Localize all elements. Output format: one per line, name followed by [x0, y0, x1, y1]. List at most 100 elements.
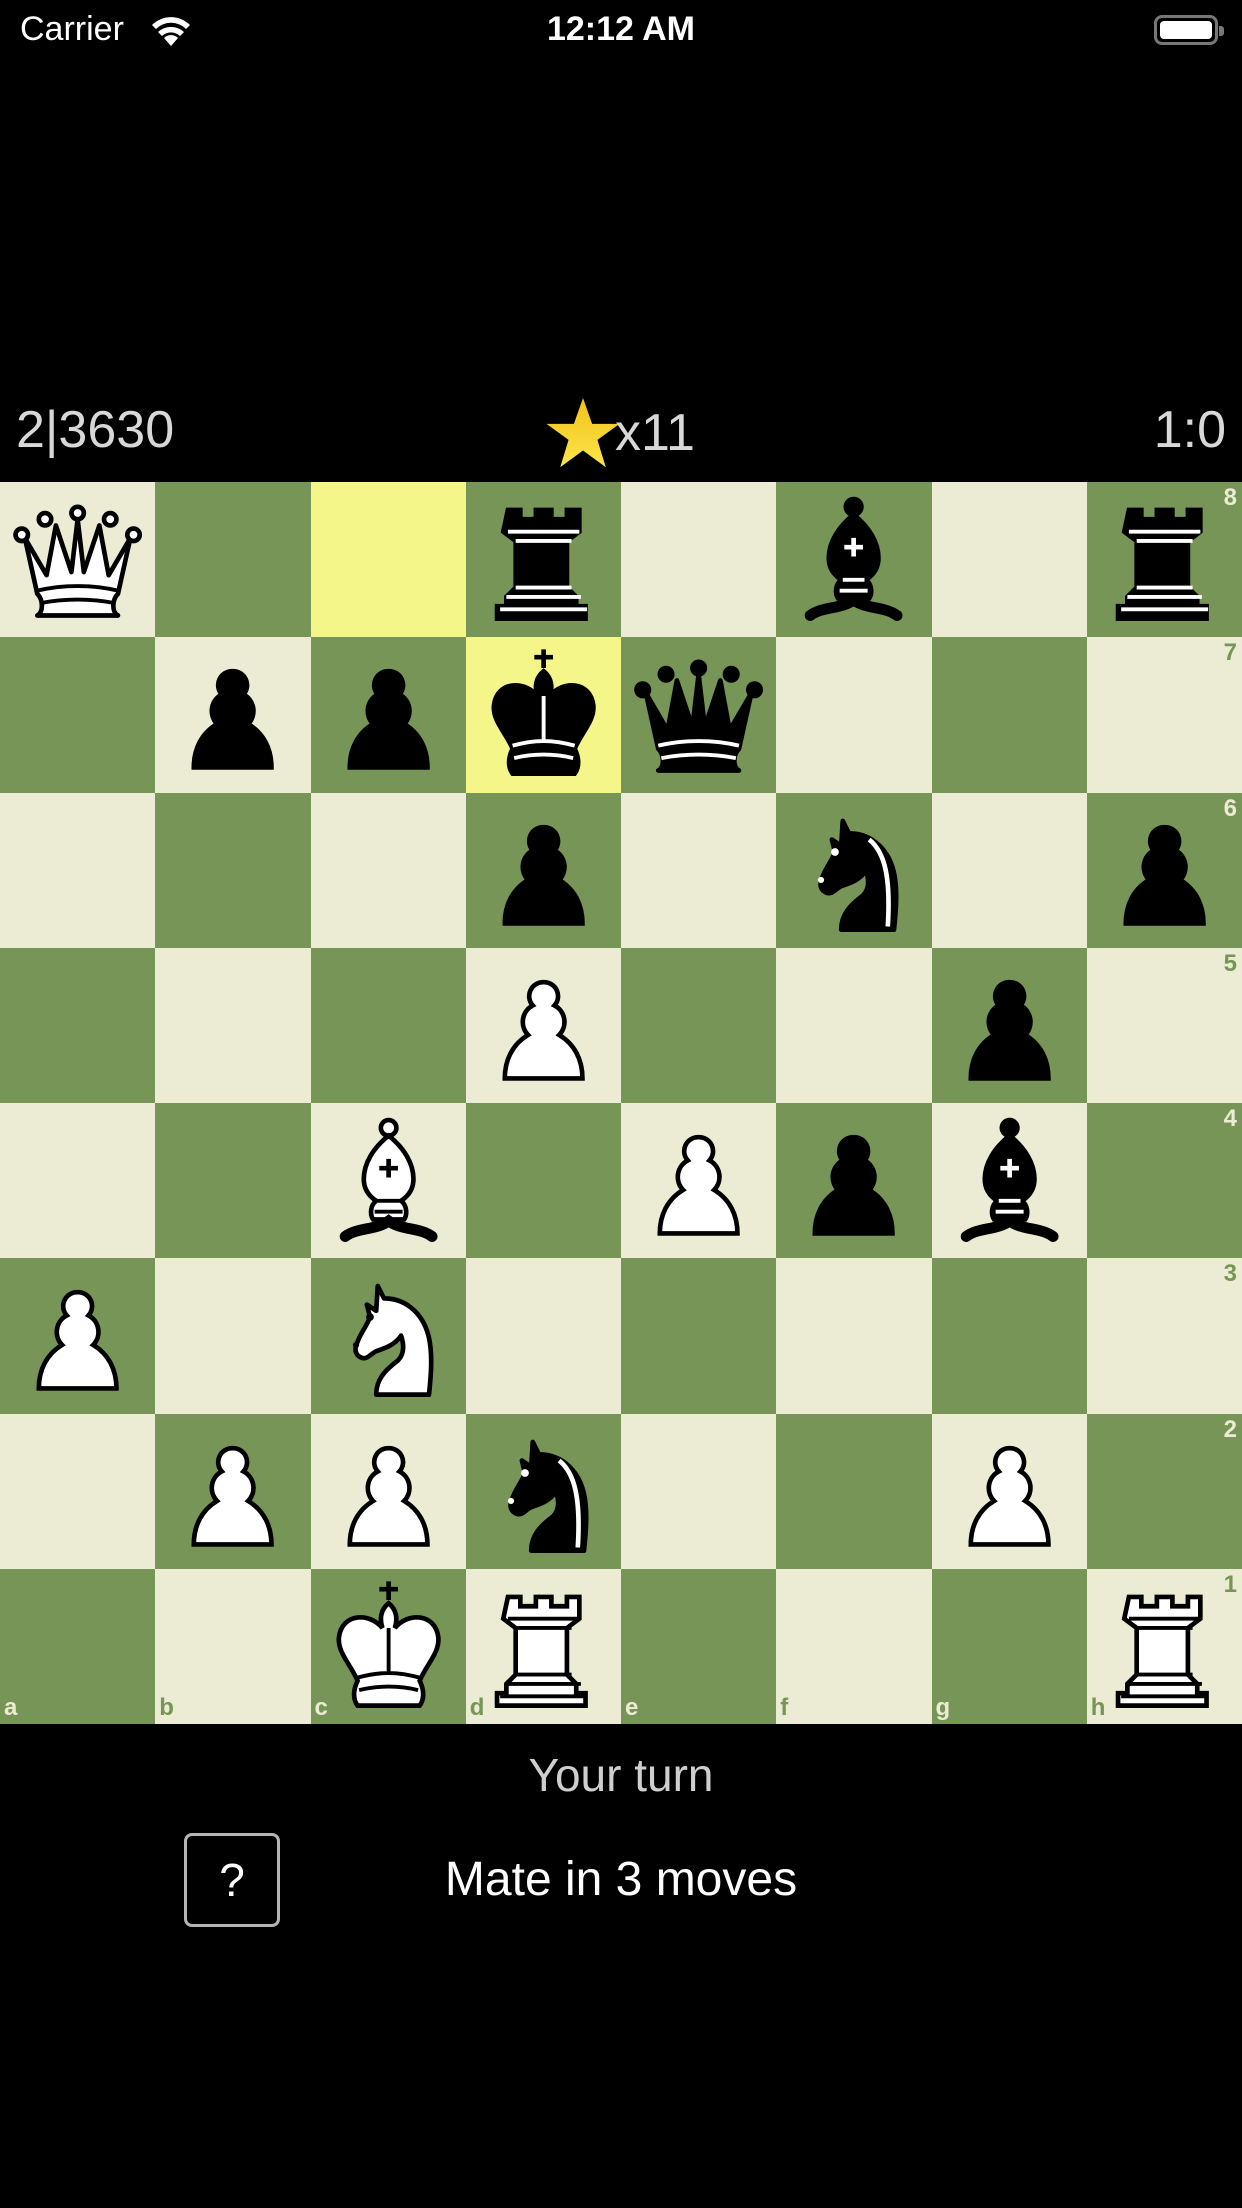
square-f7[interactable]	[776, 637, 932, 793]
black-knight-icon[interactable]	[466, 1414, 621, 1569]
square-a1[interactable]: a	[0, 1568, 156, 1724]
white-pawn-icon[interactable]	[311, 1414, 466, 1569]
square-b1[interactable]: b	[155, 1568, 311, 1724]
square-h6[interactable]: 6	[1086, 792, 1242, 948]
square-a5[interactable]	[0, 947, 156, 1103]
black-pawn-icon[interactable]	[311, 637, 466, 792]
file-label: b	[159, 1694, 174, 1721]
square-b2[interactable]	[155, 1413, 311, 1569]
white-queen-icon[interactable]	[0, 482, 155, 637]
square-e1[interactable]: e	[621, 1568, 777, 1724]
square-d7[interactable]	[465, 637, 621, 793]
file-label: a	[4, 1694, 18, 1721]
square-h3[interactable]: 3	[1086, 1258, 1242, 1414]
square-f5[interactable]	[776, 947, 932, 1103]
square-a2[interactable]	[0, 1413, 156, 1569]
square-e4[interactable]	[621, 1103, 777, 1259]
square-a3[interactable]	[0, 1258, 156, 1414]
rank-label: 6	[1223, 794, 1237, 822]
square-e3[interactable]	[621, 1258, 777, 1414]
square-h1[interactable]: 1h	[1086, 1568, 1242, 1724]
black-pawn-icon[interactable]	[932, 948, 1087, 1103]
square-c7[interactable]	[310, 637, 466, 793]
square-b6[interactable]	[155, 792, 311, 948]
black-king-icon[interactable]	[466, 637, 621, 792]
square-h8[interactable]: 8	[1086, 482, 1242, 638]
white-pawn-icon[interactable]	[621, 1103, 776, 1258]
square-f3[interactable]	[776, 1258, 932, 1414]
square-g5[interactable]	[931, 947, 1087, 1103]
rank-label: 7	[1223, 639, 1237, 667]
black-queen-icon[interactable]	[621, 637, 776, 792]
black-pawn-icon[interactable]	[1087, 793, 1242, 948]
square-b3[interactable]	[155, 1258, 311, 1414]
black-bishop-icon[interactable]	[776, 482, 931, 637]
white-pawn-icon[interactable]	[155, 1414, 310, 1569]
square-a6[interactable]	[0, 792, 156, 948]
square-d8[interactable]	[465, 482, 621, 638]
square-c8[interactable]	[310, 482, 466, 638]
square-c3[interactable]	[310, 1258, 466, 1414]
file-label: h	[1090, 1694, 1106, 1721]
square-d6[interactable]	[465, 792, 621, 948]
square-f2[interactable]	[776, 1413, 932, 1569]
square-g8[interactable]	[931, 482, 1087, 638]
square-b8[interactable]	[155, 482, 311, 638]
square-f8[interactable]	[776, 482, 932, 638]
square-h7[interactable]: 7	[1086, 637, 1242, 793]
square-a4[interactable]	[0, 1103, 156, 1259]
square-h2[interactable]: 2	[1086, 1413, 1242, 1569]
square-g1[interactable]: g	[931, 1568, 1087, 1724]
square-g2[interactable]	[931, 1413, 1087, 1569]
chess-board[interactable]: 8 7 6 5 4 3 2 a b c defg 1 h	[0, 482, 1242, 1724]
white-pawn-icon[interactable]	[466, 948, 621, 1103]
square-f4[interactable]	[776, 1103, 932, 1259]
square-c4[interactable]	[310, 1103, 466, 1259]
black-pawn-icon[interactable]	[776, 1103, 931, 1258]
turn-indicator: Your turn	[528, 1749, 714, 1801]
square-e5[interactable]	[621, 947, 777, 1103]
square-a8[interactable]	[0, 482, 156, 638]
square-f1[interactable]: f	[776, 1568, 932, 1724]
white-knight-icon[interactable]	[311, 1258, 466, 1413]
white-rook-icon[interactable]	[1087, 1569, 1242, 1724]
square-d5[interactable]	[465, 947, 621, 1103]
black-pawn-icon[interactable]	[466, 793, 621, 948]
white-bishop-icon[interactable]	[311, 1103, 466, 1258]
black-pawn-icon[interactable]	[155, 637, 310, 792]
square-b4[interactable]	[155, 1103, 311, 1259]
square-e6[interactable]	[621, 792, 777, 948]
black-bishop-icon[interactable]	[932, 1103, 1087, 1258]
white-king-icon[interactable]	[311, 1569, 466, 1724]
square-c6[interactable]	[310, 792, 466, 948]
square-c1[interactable]: c	[310, 1568, 466, 1724]
square-e7[interactable]	[621, 637, 777, 793]
square-g3[interactable]	[931, 1258, 1087, 1414]
square-f6[interactable]	[776, 792, 932, 948]
black-rook-icon[interactable]	[1087, 482, 1242, 637]
square-h4[interactable]: 4	[1086, 1103, 1242, 1259]
square-d4[interactable]	[465, 1103, 621, 1259]
black-rook-icon[interactable]	[466, 482, 621, 637]
white-pawn-icon[interactable]	[932, 1414, 1087, 1569]
square-b7[interactable]	[155, 637, 311, 793]
square-d1[interactable]: d	[465, 1568, 621, 1724]
square-g6[interactable]	[931, 792, 1087, 948]
square-b5[interactable]	[155, 947, 311, 1103]
square-e2[interactable]	[621, 1413, 777, 1569]
star-icon	[546, 397, 620, 467]
square-h5[interactable]: 5	[1086, 947, 1242, 1103]
white-rook-icon[interactable]	[466, 1569, 621, 1724]
game-info-row: 2|3630 x11 1:0	[0, 390, 1242, 470]
white-pawn-icon[interactable]	[0, 1258, 155, 1413]
square-d3[interactable]	[465, 1258, 621, 1414]
square-g7[interactable]	[931, 637, 1087, 793]
square-c5[interactable]	[310, 947, 466, 1103]
square-d2[interactable]	[465, 1413, 621, 1569]
square-e8[interactable]	[621, 482, 777, 638]
black-knight-icon[interactable]	[776, 793, 931, 948]
square-c2[interactable]	[310, 1413, 466, 1569]
stars-count: x11	[615, 403, 695, 462]
square-a7[interactable]	[0, 637, 156, 793]
square-g4[interactable]	[931, 1103, 1087, 1259]
